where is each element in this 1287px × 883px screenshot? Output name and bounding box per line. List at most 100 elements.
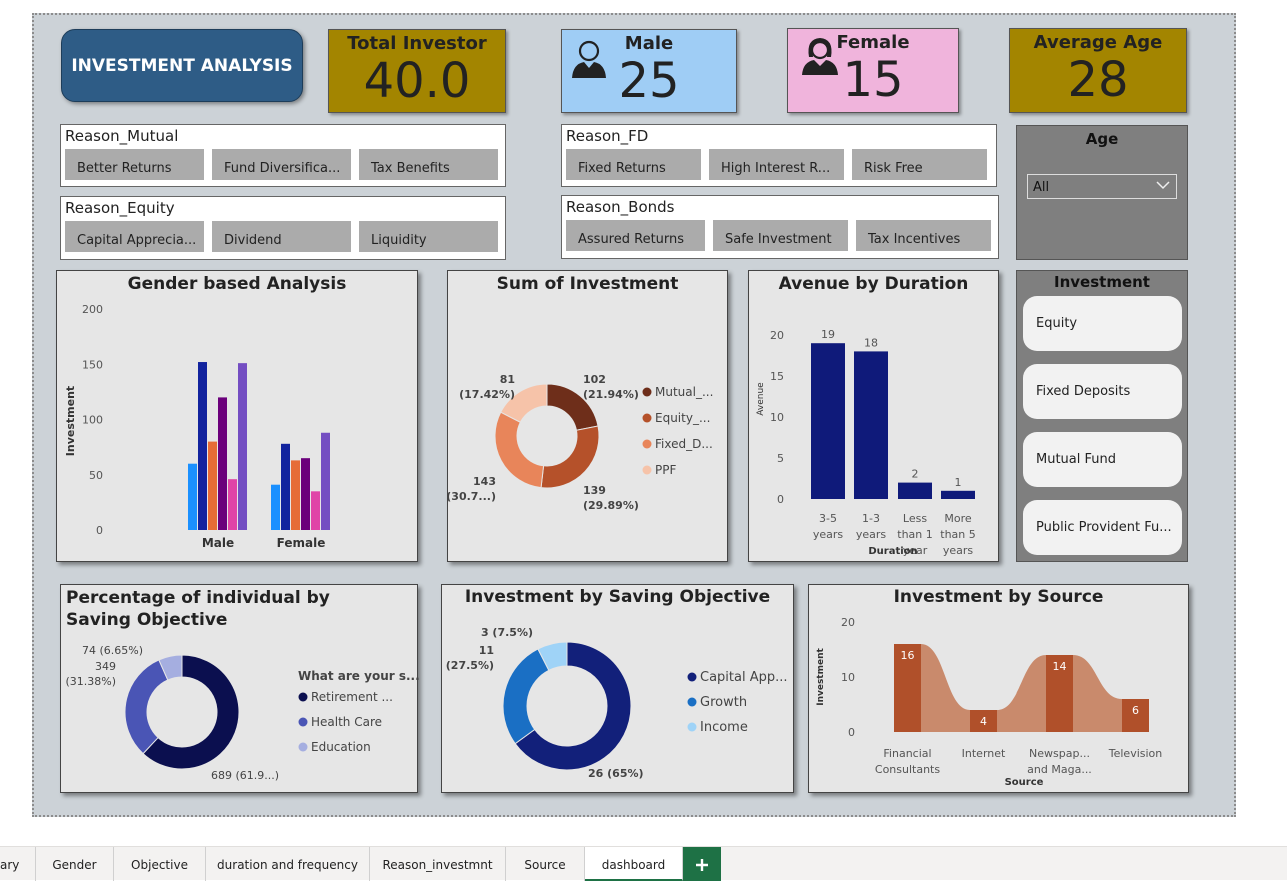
x-tick-label: years [813,528,844,541]
donut-slice [124,659,169,755]
tab-dashboard[interactable]: dashboard [585,847,683,881]
slicer-chip[interactable]: Better Returns [65,149,204,180]
donut-slice [540,425,600,489]
data-label: (17.42%) [459,388,515,401]
data-label: (27.5%) [446,659,494,672]
legend-title: What are your s... [298,669,419,683]
investment-option[interactable]: Fixed Deposits [1023,364,1182,419]
x-tick-label: years [943,544,974,557]
slicer-chip[interactable]: Fund Diversifica... [212,149,351,180]
slicer-chip[interactable]: Tax Benefits [359,149,498,180]
female-avatar-icon [800,35,840,79]
duration-card: Avenue by Duration 0 5 10 15 20 Avenue 19 3-5 ye… [748,270,999,562]
x-tick-label: Internet [962,747,1006,760]
investment-option[interactable]: Mutual Fund [1023,432,1182,487]
bar [218,397,227,530]
bar [854,351,888,499]
x-tick-label: Newspap... [1029,747,1090,760]
kpi-average-age: Average Age 28 [1009,28,1187,113]
page-title: INVESTMENT ANALYSIS [71,56,293,76]
gender-analysis-chart: 0 50 100 150 200 Investment Male Female [64,303,330,550]
tab-reason[interactable]: Reason_investmnt [370,847,506,881]
gender-analysis-card: Gender based Analysis 0 50 100 150 200 Invest… [56,270,418,562]
slicer-investment: Investment Equity Fixed Deposits Mutual … [1016,270,1188,562]
x-tick-label: Television [1108,747,1163,760]
kpi-female: Female 15 [787,28,959,113]
x-tick-label: 3-5 [819,512,837,525]
tab-gender[interactable]: Gender [36,847,114,881]
slicer-chip[interactable]: Liquidity [359,221,498,252]
legend-marker [642,465,652,475]
x-tick-label: years [856,528,887,541]
x-tick-label: 1-3 [862,512,880,525]
data-label: 1 [955,476,962,489]
bar [311,491,320,530]
y-tick-label: 0 [777,493,784,506]
data-label: 3 (7.5%) [481,626,533,639]
investment-option[interactable]: Equity [1023,296,1182,351]
kpi-age-value: 28 [1067,52,1129,108]
sheet-tab-bar: ary Gender Objective duration and freque… [0,846,1287,881]
x-tick-label: More [944,512,972,525]
slicer-chip[interactable]: Tax Incentives [856,220,991,251]
pct-objective-chart: 689 (61.9...) 349 (31.38%) 74 (6.65%) What a… [65,644,419,782]
ribbon-area [894,644,1149,732]
bar [291,460,300,530]
objective-chart: 26 (65%) 11 (27.5%) 3 (7.5%) Capital App... G… [446,626,788,780]
source-card: Investment by Source 0 10 20 Investment 16 Fi… [808,584,1189,793]
x-tick-label: Female [277,536,326,550]
tab-objective[interactable]: Objective [114,847,206,881]
tab-summary[interactable]: ary [0,847,36,881]
add-sheet-button[interactable] [683,847,721,881]
x-axis-label: Source [1005,777,1044,788]
data-label: 74 (6.65%) [82,644,143,657]
slicer-title: Age [1085,130,1119,148]
legend-marker [298,717,308,727]
slicer-chip[interactable]: Safe Investment [713,220,848,251]
pct-objective-card: Percentage of individual by Saving Objec… [60,584,419,793]
bar [281,443,290,530]
slicer-chip[interactable]: Fixed Returns [566,149,701,180]
bar [271,484,280,530]
x-tick-label: and Maga... [1027,763,1092,776]
data-label: (21.94%) [583,388,639,401]
slicer-chip[interactable]: Risk Free [852,149,987,180]
tab-duration[interactable]: duration and frequency [206,847,370,881]
kpi-total-value: 40.0 [363,53,471,109]
tab-source[interactable]: Source [506,847,585,881]
slicer-age: Age All [1016,125,1188,260]
dashboard-canvas: INVESTMENT ANALYSIS Total Investor 40.0 … [32,13,1236,817]
legend-label: PPF [655,463,676,477]
legend-label: Mutual_... [655,385,713,399]
donut-slice [502,648,550,745]
legend-marker [642,387,652,397]
duration-chart: 05101520Avenue193-5years181-3years2Lesst… [756,328,976,557]
y-tick-label: 20 [841,616,855,629]
bar [811,343,845,499]
y-axis-label: Investment [64,386,77,456]
chevron-down-icon [1156,179,1170,195]
slicer-chip[interactable]: Dividend [212,221,351,252]
y-tick-label: 150 [82,358,103,371]
x-axis-label: Duration [868,546,917,557]
sum-investment-chart: 102 (21.94%) 139 (29.89%) 143 (30.7...) 81 (17.… [448,373,713,512]
investment-option[interactable]: Public Provident Fu... [1023,500,1182,555]
slicer-chip[interactable]: High Interest R... [709,149,844,180]
x-tick-label: than 5 [940,528,976,541]
x-tick-label: Financial [883,747,931,760]
legend-marker [642,413,652,423]
data-label: 2 [912,468,919,481]
legend-marker [687,672,697,682]
slicer-title: Reason_Bonds [566,198,675,216]
slicer-reason-mutual: Reason_Mutual Better Returns Fund Divers… [60,124,506,187]
bar [898,482,932,499]
data-label: 81 [500,373,515,386]
legend-label: Growth [700,695,747,710]
slicer-chip[interactable]: Capital Apprecia... [65,221,204,252]
data-label: 11 [479,644,494,657]
slicer-chip[interactable]: Assured Returns [566,220,705,251]
legend-label: Fixed_D... [655,437,713,451]
y-tick-label: 10 [841,671,855,684]
age-dropdown[interactable]: All [1027,174,1177,199]
slicer-title: Investment [1054,273,1150,291]
